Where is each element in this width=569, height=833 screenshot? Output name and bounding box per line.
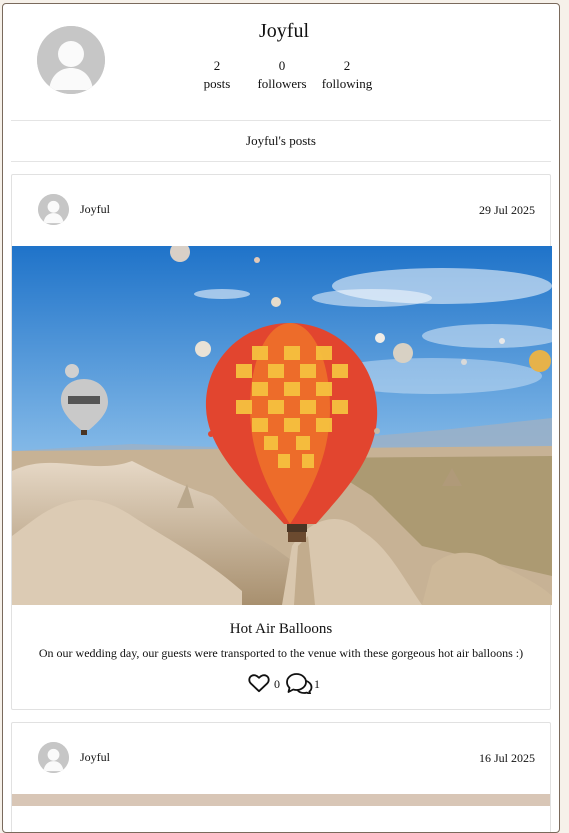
stat-following-value: 2	[343, 58, 351, 73]
post-photo[interactable]	[12, 246, 552, 605]
post-author-avatar-icon[interactable]	[38, 194, 69, 225]
post-date: 16 Jul 2025	[478, 751, 535, 765]
profile-username: Joyful	[259, 20, 309, 42]
posts-heading: Joyful's posts	[246, 133, 316, 148]
stat-following-label: following	[321, 76, 373, 91]
stat-followers-label: followers	[257, 76, 307, 91]
heart-outline-icon[interactable]	[248, 673, 270, 693]
profile-header: Joyful 2 posts 0 followers 2 following	[3, 4, 559, 120]
post-card: Joyful 29 Jul 2025 Hot Air Balloons On o…	[11, 174, 552, 710]
post-author-avatar-icon[interactable]	[38, 742, 69, 773]
post-date: 29 Jul 2025	[478, 203, 535, 217]
stat-following[interactable]: 2 following	[312, 57, 382, 93]
divider	[11, 161, 551, 162]
comment-count: 1	[314, 677, 320, 691]
post-header: Joyful 29 Jul 2025	[12, 175, 550, 246]
post-header: Joyful 16 Jul 2025	[12, 723, 550, 794]
post-author-name[interactable]: Joyful	[80, 202, 110, 217]
comments-icon[interactable]	[284, 672, 314, 694]
post-caption: On our wedding day, our guests were tran…	[38, 646, 524, 660]
post-card: Joyful 16 Jul 2025	[11, 722, 551, 832]
app-frame: Joyful 2 posts 0 followers 2 following J…	[2, 3, 560, 833]
post-author-name[interactable]: Joyful	[80, 750, 110, 765]
stat-posts-label: posts	[203, 76, 231, 91]
stat-followers[interactable]: 0 followers	[247, 57, 317, 93]
stat-posts[interactable]: 2 posts	[182, 57, 252, 93]
like-count: 0	[274, 677, 280, 691]
post-actions: 0 1	[12, 661, 550, 709]
post-title: Hot Air Balloons	[229, 621, 333, 637]
stat-followers-value: 0	[278, 58, 286, 73]
post-photo[interactable]	[12, 794, 550, 806]
stat-posts-value: 2	[213, 58, 221, 73]
